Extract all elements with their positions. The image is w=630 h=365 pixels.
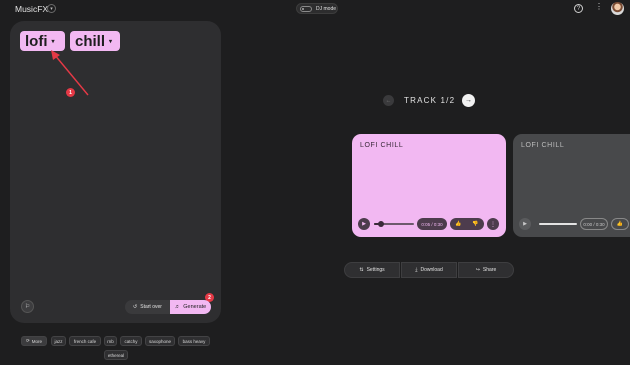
time-readout: 0:05 / 0:30 — [417, 218, 447, 230]
avatar[interactable] — [611, 2, 624, 15]
dj-mode-toggle[interactable]: DJ mode — [296, 3, 338, 14]
refresh-icon: ↺ — [133, 304, 138, 310]
suggestion-chip[interactable]: catchy — [120, 336, 142, 346]
progress-slider[interactable] — [539, 223, 577, 225]
suggestion-chip[interactable]: french cafe — [69, 336, 101, 346]
thumbs-up-icon[interactable]: 👍 — [455, 221, 461, 227]
share-label: Share — [482, 267, 497, 273]
thumbs-up-icon[interactable]: 👍 — [617, 221, 623, 227]
next-track-icon[interactable]: → — [462, 94, 475, 107]
suggestion-chip[interactable]: rnb — [104, 336, 117, 346]
more-vert-icon[interactable]: ⋮ — [487, 218, 499, 230]
play-icon[interactable]: ▶ — [358, 218, 370, 230]
refresh-icon: ⟳ — [25, 338, 30, 343]
rating-group: 👍 👎 — [450, 218, 484, 230]
suggestion-chip[interactable]: ethereal — [104, 350, 128, 360]
progress-knob[interactable] — [377, 221, 384, 227]
flag-icon[interactable]: ⚐ — [21, 300, 34, 313]
generate-button[interactable]: ♬ Generate — [170, 300, 211, 314]
tune-icon: ⇅ — [359, 267, 364, 273]
share-button[interactable]: ↪ Share — [458, 262, 514, 278]
progress-slider[interactable] — [374, 221, 414, 227]
suggestion-chip[interactable]: bass heavy — [178, 336, 210, 346]
more-suggestions-button[interactable]: ⟳ More — [21, 336, 47, 346]
more-vert-icon[interactable]: ⋮ — [595, 3, 603, 11]
track-title: LOFI CHILL — [360, 142, 404, 149]
suggestion-chip[interactable]: jazz — [51, 336, 66, 346]
share-icon: ↪ — [475, 267, 480, 273]
app-menu-caret-icon[interactable]: ▾ — [47, 4, 56, 13]
download-button[interactable]: ⤓ Download — [401, 262, 457, 278]
track-card-2[interactable]: LOFI CHILL ▶ 0:00 / 0:30 👍 — [513, 134, 630, 237]
help-icon[interactable]: ? — [574, 4, 583, 13]
start-over-label: Start over — [140, 304, 162, 310]
more-label: More — [31, 338, 43, 344]
music-note-icon: ♬ — [174, 304, 181, 310]
settings-label: Settings — [366, 267, 385, 273]
previous-track-icon[interactable]: ← — [383, 95, 394, 106]
rating-group: 👍 — [611, 218, 629, 230]
track-title: LOFI CHILL — [521, 142, 565, 149]
track-card-1[interactable]: LOFI CHILL ▶ 0:05 / 0:30 👍 👎 ⋮ — [352, 134, 506, 237]
chevron-down-icon[interactable]: ▾ — [109, 38, 112, 45]
chevron-down-icon[interactable]: ▾ — [52, 38, 55, 45]
annotation-marker-1: 1 — [66, 88, 75, 97]
play-icon[interactable]: ▶ — [519, 218, 531, 230]
download-label: Download — [420, 267, 443, 273]
dj-mode-label: DJ mode — [316, 5, 337, 12]
download-icon: ⤓ — [415, 267, 418, 273]
suggestion-chip[interactable]: saxophone — [145, 336, 175, 346]
settings-button[interactable]: ⇅ Settings — [344, 262, 400, 278]
time-readout: 0:00 / 0:30 — [580, 218, 608, 230]
generate-label: Generate — [183, 304, 207, 310]
thumbs-down-icon[interactable]: 👎 — [472, 221, 478, 227]
toggle-switch-icon — [300, 5, 312, 12]
app-title: MusicFX — [15, 4, 49, 14]
start-over-button[interactable]: ↺ Start over — [125, 300, 170, 314]
track-counter: TRACK 1/2 — [404, 96, 456, 105]
